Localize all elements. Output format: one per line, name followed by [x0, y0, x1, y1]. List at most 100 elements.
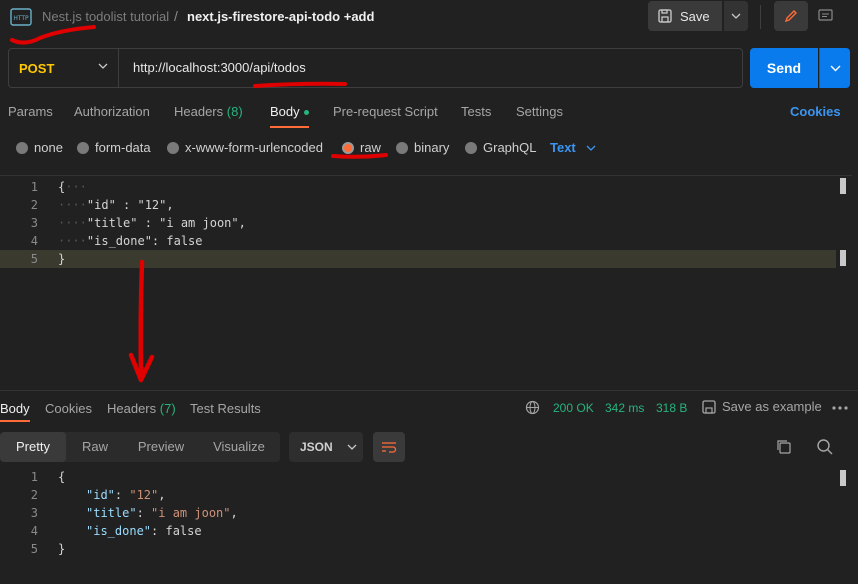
- resp-tab-headers-label: Headers: [107, 401, 157, 416]
- radio-form-data[interactable]: [77, 141, 89, 154]
- line-number: 2: [30, 198, 38, 212]
- chevron-down-icon: [98, 63, 108, 69]
- http-icon: HTTP: [10, 8, 32, 26]
- resp-tab-body[interactable]: Body: [0, 401, 30, 422]
- response-format-label: JSON: [300, 440, 333, 454]
- method-select[interactable]: POST: [9, 49, 119, 87]
- code-text: "title": "i am joon",: [86, 506, 238, 520]
- comment-icon: [817, 9, 833, 21]
- editor-scrollbar[interactable]: [840, 178, 846, 194]
- tab-authorization[interactable]: Authorization: [74, 104, 150, 119]
- body-option-urlencoded[interactable]: x-www-form-urlencoded: [167, 140, 323, 155]
- body-option-form-data[interactable]: form-data: [77, 140, 151, 155]
- resp-tab-test-results[interactable]: Test Results: [190, 401, 261, 416]
- option-form-data-label: form-data: [95, 140, 151, 155]
- tab-body[interactable]: Body: [270, 104, 309, 128]
- response-scrollbar[interactable]: [840, 470, 846, 486]
- request-tabs: Params Authorization Headers (8) Body Pr…: [0, 98, 858, 128]
- raw-format-select[interactable]: Text: [550, 140, 596, 155]
- line-number: 3: [30, 216, 38, 230]
- code-line-5: }: [58, 252, 66, 266]
- json-key: "is_done": [86, 524, 152, 538]
- save-as-example-button[interactable]: Save as example: [702, 399, 822, 414]
- whitespace-marker: ···: [65, 180, 87, 194]
- option-raw-label: raw: [360, 140, 381, 155]
- save-button[interactable]: Save: [648, 1, 722, 31]
- url-bar: POST http://localhost:3000/api/todos: [8, 48, 743, 88]
- tab-headers[interactable]: Headers (8): [174, 104, 243, 119]
- search-icon[interactable]: [816, 438, 834, 456]
- view-pretty[interactable]: Pretty: [0, 432, 66, 462]
- view-raw[interactable]: Raw: [66, 432, 124, 462]
- url-input[interactable]: http://localhost:3000/api/todos: [133, 60, 306, 75]
- response-format-select[interactable]: JSON: [289, 432, 363, 462]
- send-button[interactable]: Send: [750, 48, 818, 88]
- body-option-none[interactable]: none: [16, 140, 63, 155]
- response-line: 2 "id": "12",: [0, 486, 836, 504]
- option-binary-label: binary: [414, 140, 450, 155]
- tab-body-label: Body: [270, 104, 300, 119]
- wrap-lines-button[interactable]: [373, 432, 405, 462]
- view-visualize[interactable]: Visualize: [198, 432, 280, 462]
- line-number: 2: [30, 488, 38, 502]
- editor-line-active: 5 }: [0, 250, 836, 268]
- code-text: ····"title" : "i am joon",: [58, 214, 246, 232]
- resp-tab-headers[interactable]: Headers (7): [107, 401, 176, 416]
- option-none-label: none: [34, 140, 63, 155]
- response-status[interactable]: 200 OK: [553, 401, 594, 415]
- radio-binary[interactable]: [396, 141, 408, 154]
- tab-tests[interactable]: Tests: [461, 104, 491, 119]
- response-body-viewer[interactable]: 1 { 2 "id": "12", 3 "title": "i am joon"…: [0, 468, 852, 584]
- line-number: 3: [30, 506, 38, 520]
- json-value: "i am joon": [151, 506, 231, 520]
- radio-none[interactable]: [16, 141, 28, 154]
- editor-line: 2 ····"id" : "12",: [0, 196, 836, 214]
- option-graphql-label: GraphQL: [483, 140, 537, 155]
- resp-tab-cookies[interactable]: Cookies: [45, 401, 92, 416]
- response-line: 3 "title": "i am joon",: [0, 504, 836, 522]
- tab-settings[interactable]: Settings: [516, 104, 563, 119]
- view-preview[interactable]: Preview: [124, 432, 198, 462]
- radio-raw[interactable]: [342, 141, 354, 154]
- save-options-button[interactable]: [724, 1, 748, 31]
- json-value: false: [165, 524, 202, 538]
- breadcrumb-separator: /: [174, 8, 178, 24]
- top-bar: HTTP Nest.js todolist tutorial / next.js…: [0, 0, 858, 34]
- pencil-icon: [784, 10, 797, 23]
- request-body-editor[interactable]: 1 {··· 2 ····"id" : "12", 3 ····"title" …: [0, 175, 852, 385]
- code-line-2: "id" : "12",: [86, 198, 174, 212]
- edit-button[interactable]: [774, 1, 808, 31]
- resp-tab-headers-count: (7): [159, 401, 176, 416]
- response-line: 5 }: [0, 540, 836, 558]
- code-text: ····"id" : "12",: [58, 196, 174, 214]
- request-name[interactable]: next.js-firestore-api-todo +add: [187, 9, 374, 24]
- tab-params[interactable]: Params: [8, 104, 53, 119]
- comments-button[interactable]: [810, 1, 840, 31]
- response-size[interactable]: 318 B: [656, 401, 687, 415]
- body-indicator-dot: [303, 110, 309, 116]
- body-option-binary[interactable]: binary: [396, 140, 449, 155]
- send-options-button[interactable]: [819, 48, 850, 88]
- response-time[interactable]: 342 ms: [605, 401, 644, 415]
- whitespace-marker: ····: [58, 234, 87, 248]
- line-number: 5: [30, 252, 38, 266]
- breadcrumb-parent[interactable]: Nest.js todolist tutorial: [42, 9, 169, 24]
- body-option-graphql[interactable]: GraphQL: [465, 140, 536, 155]
- editor-scrollbar-marker: [840, 250, 846, 266]
- radio-urlencoded[interactable]: [167, 141, 179, 154]
- tab-prerequest-script[interactable]: Pre-request Script: [333, 104, 438, 119]
- line-number: 5: [30, 542, 38, 556]
- copy-icon[interactable]: [776, 439, 792, 455]
- response-view-tabs: Pretty Raw Preview Visualize: [0, 432, 280, 462]
- body-option-raw[interactable]: raw: [342, 140, 381, 155]
- tab-headers-count: (8): [226, 104, 243, 119]
- wrap-icon: [382, 442, 397, 453]
- pane-divider[interactable]: [0, 390, 858, 391]
- json-key: "title": [86, 506, 137, 520]
- cookies-link[interactable]: Cookies: [790, 104, 841, 119]
- globe-icon[interactable]: [525, 400, 540, 415]
- radio-graphql[interactable]: [465, 141, 477, 154]
- response-line: 1 {: [0, 468, 836, 486]
- option-urlencoded-label: x-www-form-urlencoded: [185, 140, 323, 155]
- more-icon[interactable]: [832, 406, 848, 410]
